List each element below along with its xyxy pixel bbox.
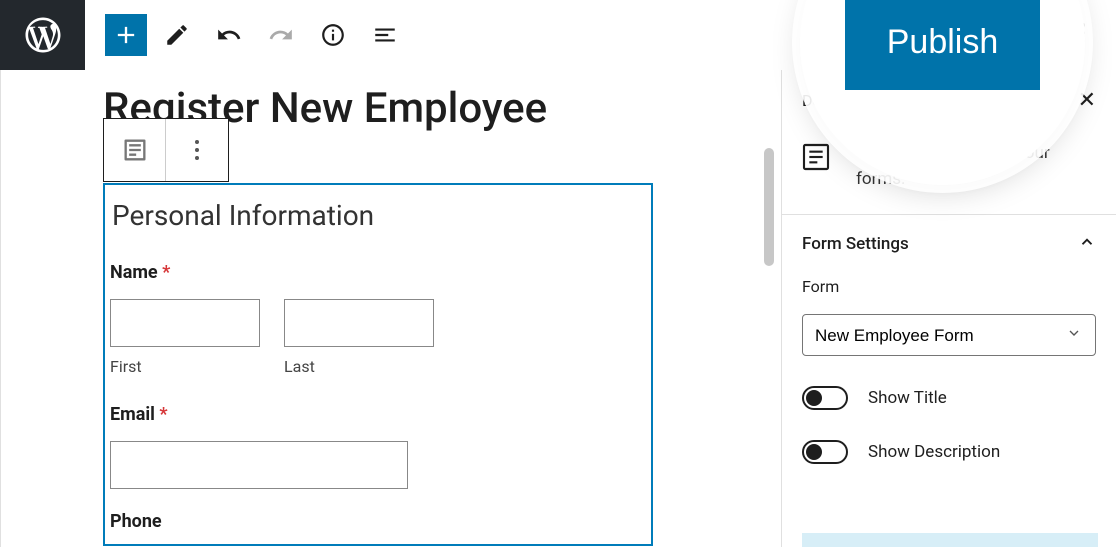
kebab-icon bbox=[195, 140, 199, 160]
show-title-toggle-row: Show Title bbox=[802, 374, 1096, 410]
form-settings-panel: Form Settings Form New Employee Form Sho… bbox=[782, 214, 1116, 484]
close-sidebar-button[interactable]: ✕ bbox=[1078, 88, 1096, 113]
block-toolbar bbox=[103, 118, 229, 182]
undo-icon bbox=[216, 22, 242, 48]
redo-button[interactable] bbox=[259, 13, 303, 57]
panel-header[interactable]: Form Settings bbox=[782, 215, 1116, 273]
info-strip bbox=[802, 533, 1098, 547]
show-title-toggle[interactable] bbox=[802, 386, 848, 410]
wordpress-logo[interactable] bbox=[0, 0, 85, 70]
form-icon bbox=[121, 136, 149, 164]
form-block[interactable]: Personal Information Name * First Last E… bbox=[103, 183, 653, 546]
email-input[interactable] bbox=[110, 441, 408, 489]
edit-mode-button[interactable] bbox=[155, 13, 199, 57]
email-label: Email * bbox=[110, 404, 646, 425]
info-button[interactable] bbox=[311, 13, 355, 57]
phone-label: Phone bbox=[110, 511, 646, 532]
form-select-label: Form bbox=[802, 277, 1096, 296]
wordpress-icon bbox=[22, 14, 64, 56]
show-description-label: Show Description bbox=[868, 442, 1000, 462]
last-name-input[interactable] bbox=[284, 299, 434, 347]
show-description-toggle-row: Show Description bbox=[802, 428, 1096, 464]
form-select[interactable]: New Employee Form bbox=[802, 314, 1096, 356]
editor-canvas: Register New Employee Personal Informati… bbox=[0, 70, 781, 547]
form-section-title: Personal Information bbox=[110, 199, 646, 232]
first-sublabel: First bbox=[110, 357, 260, 376]
toolbar-left bbox=[85, 13, 407, 57]
panel-title: Form Settings bbox=[802, 234, 909, 254]
form-icon bbox=[800, 141, 832, 173]
plus-icon bbox=[112, 21, 140, 49]
block-more-button[interactable] bbox=[166, 119, 228, 181]
block-icon bbox=[800, 141, 838, 179]
form-select-input[interactable]: New Employee Form bbox=[802, 314, 1096, 356]
list-icon bbox=[372, 22, 398, 48]
scrollbar-thumb[interactable] bbox=[764, 148, 774, 266]
add-block-button[interactable] bbox=[105, 14, 147, 56]
chevron-up-icon bbox=[1078, 233, 1096, 255]
outline-button[interactable] bbox=[363, 13, 407, 57]
show-title-label: Show Title bbox=[868, 388, 947, 408]
pencil-icon bbox=[164, 22, 190, 48]
last-sublabel: Last bbox=[284, 357, 434, 376]
info-icon bbox=[320, 22, 346, 48]
redo-icon bbox=[268, 22, 294, 48]
first-name-input[interactable] bbox=[110, 299, 260, 347]
block-type-button[interactable] bbox=[104, 119, 166, 181]
name-label: Name * bbox=[110, 262, 646, 283]
show-description-toggle[interactable] bbox=[802, 440, 848, 464]
undo-button[interactable] bbox=[207, 13, 251, 57]
publish-button[interactable]: Publish bbox=[845, 0, 1041, 90]
